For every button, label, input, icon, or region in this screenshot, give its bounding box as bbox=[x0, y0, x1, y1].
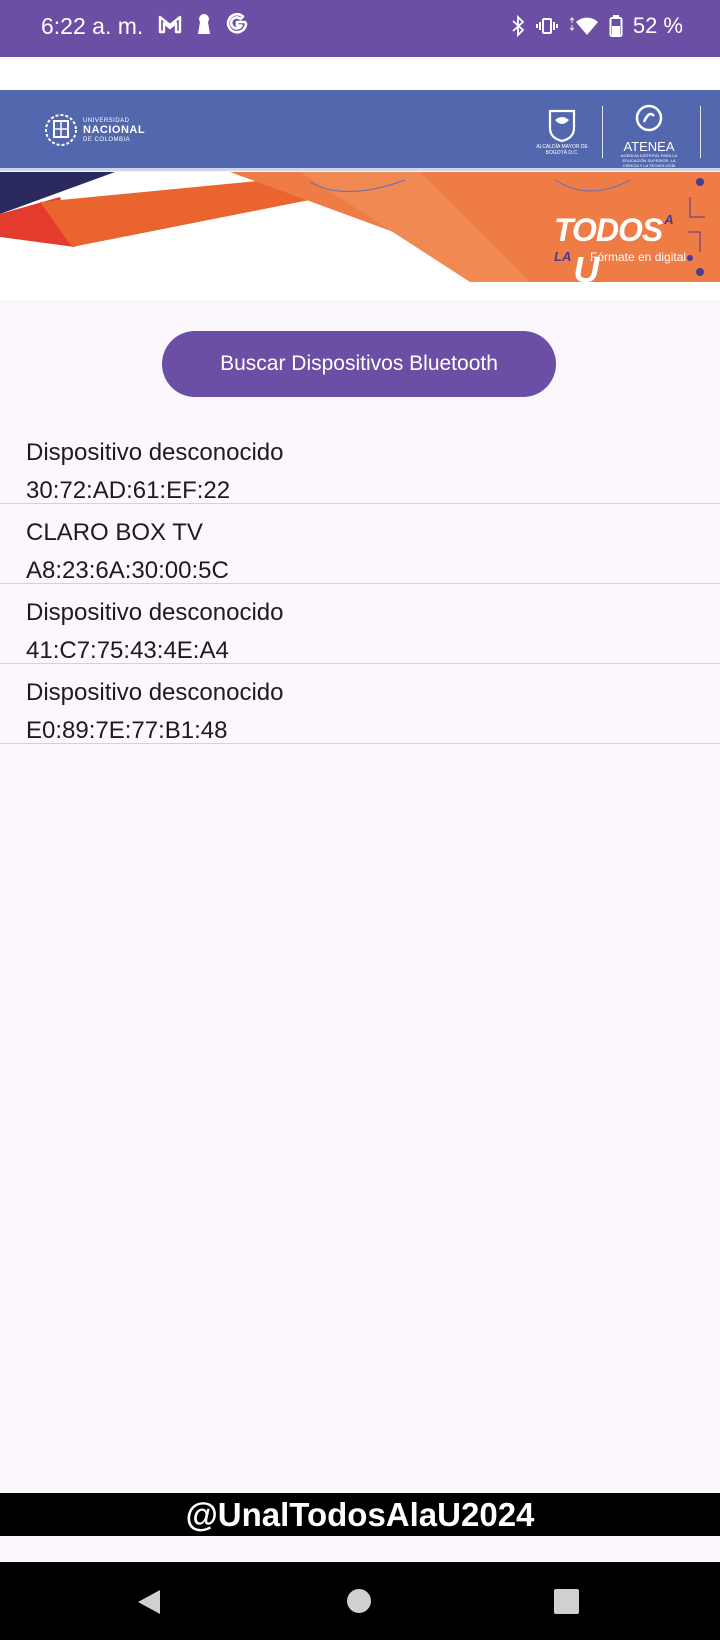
unal-text: UNIVERSIDAD NACIONAL DE COLOMBIA bbox=[83, 118, 145, 143]
todos-word: TODOS bbox=[554, 212, 663, 248]
atenea-subtitle: AGENCIA DISTRITAL PARA LA EDUCACIÓN SUPE… bbox=[620, 153, 678, 168]
footer-spacer bbox=[0, 1536, 720, 1562]
battery-icon bbox=[609, 15, 623, 37]
status-spacer bbox=[0, 57, 720, 90]
banner-logo-strip: UNIVERSIDAD NACIONAL DE COLOMBIA ALCALDÍ… bbox=[0, 90, 720, 168]
device-list-item[interactable]: Dispositivo desconocido 30:72:AD:61:EF:2… bbox=[0, 426, 720, 504]
google-icon bbox=[226, 13, 248, 34]
device-name: CLARO BOX TV bbox=[26, 519, 203, 546]
gmail-icon bbox=[158, 15, 182, 34]
vibrate-icon bbox=[535, 18, 558, 34]
home-icon[interactable] bbox=[347, 1589, 371, 1613]
header-banner: UNIVERSIDAD NACIONAL DE COLOMBIA ALCALDÍ… bbox=[0, 90, 720, 300]
unal-line2: NACIONAL bbox=[83, 123, 146, 136]
atenea-emblem-icon bbox=[635, 104, 663, 132]
banner-artwork: TODOS A LAU Fórmate en digital bbox=[0, 172, 720, 300]
device-mac: 30:72:AD:61:EF:22 bbox=[26, 477, 231, 504]
notification-icons bbox=[158, 13, 248, 35]
status-right: 52 % bbox=[511, 13, 683, 39]
device-list-item[interactable]: Dispositivo desconocido 41:C7:75:43:4E:A… bbox=[0, 586, 720, 664]
wifi-icon bbox=[569, 17, 598, 35]
device-name: Dispositivo desconocido bbox=[26, 439, 284, 466]
banner-tagline: Fórmate en digital bbox=[590, 250, 687, 264]
keyhole-icon bbox=[198, 14, 210, 34]
device-mac: 41:C7:75:43:4E:A4 bbox=[26, 637, 229, 664]
logo-separator bbox=[700, 106, 701, 158]
unal-line3: DE COLOMBIA bbox=[83, 136, 131, 143]
unal-shield-icon bbox=[45, 114, 77, 146]
device-name: Dispositivo desconocido bbox=[26, 599, 284, 626]
logo-separator bbox=[602, 106, 603, 158]
unal-logo: UNIVERSIDAD NACIONAL DE COLOMBIA bbox=[45, 110, 145, 150]
search-bluetooth-button[interactable]: Buscar Dispositivos Bluetooth bbox=[162, 331, 556, 397]
alcaldia-logo: ALCALDÍA MAYOR DE BOGOTÁ D.C. bbox=[536, 108, 588, 156]
atenea-title: ATENEA bbox=[623, 139, 675, 154]
unal-line1: UNIVERSIDAD bbox=[83, 117, 130, 124]
bogota-shield-icon bbox=[548, 109, 576, 143]
bluetooth-icon bbox=[512, 15, 525, 37]
device-list: Dispositivo desconocido 30:72:AD:61:EF:2… bbox=[0, 426, 720, 744]
device-mac: E0:89:7E:77:B1:48 bbox=[26, 717, 228, 744]
status-bar: 6:22 a. m. 52 % bbox=[0, 0, 720, 57]
battery-percent: 52 % bbox=[632, 13, 683, 38]
recents-icon[interactable] bbox=[554, 1589, 579, 1614]
alcaldia-text: ALCALDÍA MAYOR DE BOGOTÁ D.C. bbox=[536, 144, 588, 156]
device-name: Dispositivo desconocido bbox=[26, 679, 284, 706]
atenea-logo: ATENEA AGENCIA DISTRITAL PARA LA EDUCACI… bbox=[614, 104, 684, 168]
footer-handle: @UnalTodosAlaU2024 bbox=[0, 1493, 720, 1536]
device-list-item[interactable]: Dispositivo desconocido E0:89:7E:77:B1:4… bbox=[0, 666, 720, 744]
device-list-item[interactable]: CLARO BOX TV A8:23:6A:30:00:5C bbox=[0, 506, 720, 584]
device-mac: A8:23:6A:30:00:5C bbox=[26, 557, 229, 584]
status-time: 6:22 a. m. bbox=[41, 13, 144, 39]
banner-divider bbox=[0, 168, 720, 171]
back-icon[interactable] bbox=[136, 1589, 162, 1615]
